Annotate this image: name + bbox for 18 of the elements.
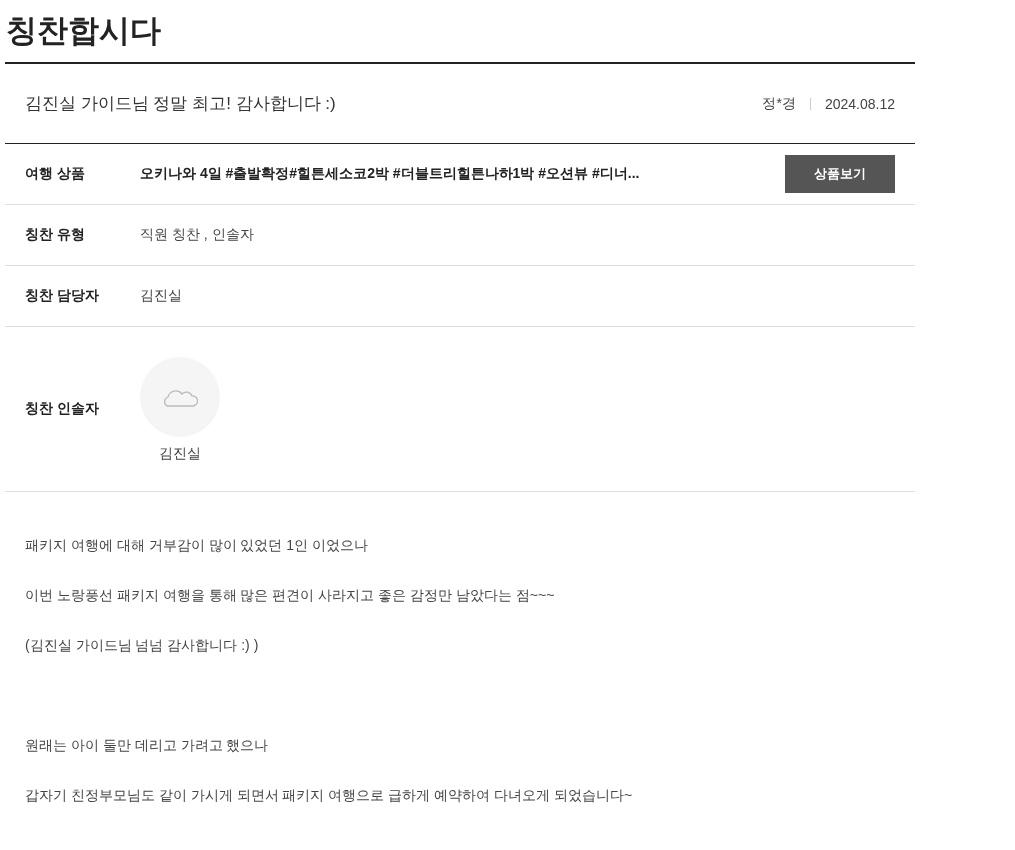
field-value: 김진실 [140,287,183,306]
guide-name: 김진실 [159,445,201,464]
body-paragraph: 패키지 여행에 대해 거부감이 많이 있었던 1인 이었으나 [25,536,369,555]
field-label: 칭찬 인솔자 [25,400,100,419]
post-date: 2024.08.12 [824,95,895,112]
post-title: 김진실 가이드님 정말 최고! 감사합니다 :) [25,93,337,116]
body-paragraph: 이번 노랑풍선 패키지 여행을 통해 많은 편견이 사라지고 좋은 감정만 남았다는 점~~~ [25,586,556,605]
view-product-button[interactable]: 상품보기 [785,155,895,194]
page-title: 칭찬합시다 [5,0,915,65]
field-label: 여행 상품 [25,165,86,184]
product-name: 오키나와 4일 #출발확정#힐튼세소코2박 #더블트리힐튼나하1박 #오션뷰 #디너... [140,165,641,184]
field-label: 칭찬 담당자 [25,287,100,306]
field-label: 칭찬 유형 [25,226,86,245]
body-paragraph: 갑자기 친정부모님도 같이 가시게 되면서 패키지 여행으로 급하게 예약하여 다녀오게 되었습니다~ [25,786,634,805]
body-paragraph: (김진실 가이드님 넘넘 감사합니다 :) ) [25,636,260,655]
body-paragraph: 원래는 아이 둘만 데리고 가려고 했으나 [25,736,270,755]
author-name: 정*경 [762,94,796,113]
field-value: 직원 칭찬 , 인솔자 [140,226,255,245]
